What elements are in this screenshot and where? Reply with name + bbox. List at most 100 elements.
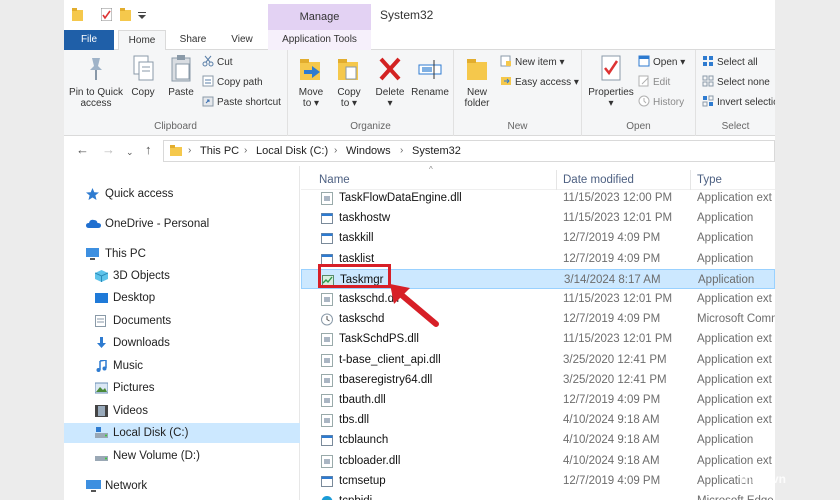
invert-selection-icon — [702, 95, 714, 107]
move-to-button[interactable]: Move to ▾ — [294, 54, 328, 109]
annotation-arrow-icon — [390, 284, 439, 327]
new-folder-button[interactable]: New folder — [458, 54, 496, 109]
column-divider[interactable] — [556, 170, 557, 190]
open-button[interactable]: Open ▾ — [638, 54, 685, 72]
address-bar[interactable]: › This PC › Local Disk (C:) › Windows › … — [163, 140, 775, 162]
file-row[interactable]: TaskFlowDataEngine.dll 11/15/2023 12:00 P… — [301, 188, 775, 208]
nav-item-new-volume-d[interactable]: New Volume (D:) — [64, 446, 300, 466]
folder-icon[interactable] — [72, 8, 83, 21]
new-folder-icon[interactable] — [120, 8, 131, 21]
file-name: tbauth.dll — [339, 394, 386, 406]
paste-button[interactable]: Paste — [164, 54, 198, 98]
file-name: tbaseregistry64.dll — [339, 373, 433, 386]
file-type: Application — [697, 434, 754, 447]
forward-arrow-icon[interactable]: → — [102, 143, 115, 157]
nav-item-pictures[interactable]: Pictures — [64, 378, 300, 398]
file-date: 11/15/2023 12:01 PM — [563, 333, 673, 346]
customize-dropdown-icon[interactable] — [138, 8, 146, 21]
video-icon — [95, 405, 108, 417]
open-icon — [638, 55, 650, 67]
nav-item-quick-access[interactable]: Quick access — [64, 184, 300, 204]
breadcrumb-local-disk[interactable]: Local Disk (C:) — [256, 141, 328, 161]
copy-label: Copy — [131, 87, 155, 98]
edit-label: Edit — [653, 77, 671, 88]
new-item-button[interactable]: New item ▾ — [500, 54, 565, 72]
edge-icon — [321, 496, 333, 500]
tab-application-tools[interactable]: Application Tools — [268, 30, 371, 50]
nav-item-this-pc[interactable]: This PC — [64, 244, 300, 264]
invert-selection-button[interactable]: Invert selection — [702, 94, 775, 112]
column-divider[interactable] — [690, 170, 691, 190]
back-arrow-icon[interactable]: ← — [76, 143, 89, 157]
file-type: Microsoft Comm — [697, 313, 775, 326]
cut-label: Cut — [217, 57, 233, 68]
chevron-down-icon: ▾ — [680, 57, 686, 68]
tab-home[interactable]: Home — [118, 30, 166, 51]
easy-access-button[interactable]: Easy access ▾ — [500, 74, 579, 92]
history-label: History — [653, 97, 685, 108]
folder-icon — [170, 145, 182, 156]
file-row[interactable]: taskschd.dll 11/15/2023 12:01 PM Applicati… — [301, 289, 775, 309]
properties-button[interactable]: Properties ▾ — [586, 54, 636, 109]
file-row[interactable]: tcpbidi Microsoft Edge — [301, 491, 775, 500]
recent-locations-chevron-icon[interactable]: ⌄ — [126, 145, 134, 159]
nav-item-label: This PC — [105, 248, 146, 260]
properties-icon[interactable] — [101, 8, 112, 21]
rename-button[interactable]: Rename — [410, 54, 450, 98]
copy-path-button[interactable]: Copy path — [202, 74, 263, 92]
pin-to-quick-access-button[interactable]: Pin to Quick access — [68, 54, 124, 109]
nav-item-downloads[interactable]: Downloads — [64, 333, 300, 353]
tab-file[interactable]: File — [64, 30, 114, 50]
file-row[interactable]: TaskSchdPS.dll 11/15/2023 12:01 PM Applica… — [301, 329, 775, 349]
open-label: Open — [653, 57, 678, 68]
tab-share[interactable]: Share — [170, 30, 216, 50]
copy-icon — [133, 55, 154, 81]
file-row[interactable]: tbs.dll 4/10/2024 9:18 AM Application ext — [301, 410, 775, 430]
file-row[interactable]: t-base_client_api.dll 3/25/2020 12:41 PM A… — [301, 350, 775, 370]
edit-button[interactable]: Edit — [638, 74, 670, 92]
nav-item-network[interactable]: Network — [64, 476, 300, 496]
clock-icon — [321, 313, 333, 326]
delete-button[interactable]: Delete ▾ — [372, 54, 408, 109]
tab-view[interactable]: View — [220, 30, 264, 50]
file-row[interactable]: tcblaunch 4/10/2024 9:18 AM Application — [301, 430, 775, 450]
nav-item-3d-objects[interactable]: 3D Objects — [64, 266, 300, 286]
select-none-icon — [702, 75, 714, 87]
drive-icon — [95, 456, 108, 461]
nav-item-local-disk-c[interactable]: Local Disk (C:) — [64, 423, 300, 443]
breadcrumb-windows[interactable]: Windows — [346, 141, 391, 161]
file-type: Microsoft Edge — [697, 491, 774, 500]
file-explorer-window: Manage System32 File Home Share View App… — [64, 0, 775, 500]
new-folder-label-line2: folder — [464, 98, 490, 109]
nav-item-music[interactable]: Music — [64, 356, 300, 376]
application-icon — [321, 213, 333, 225]
cut-button[interactable]: Cut — [202, 54, 233, 72]
file-row[interactable]: taskschd 12/7/2019 4:09 PM Microsoft Comm — [301, 309, 775, 329]
breadcrumb-this-pc[interactable]: This PC — [200, 141, 239, 161]
breadcrumb-system32[interactable]: System32 — [412, 141, 461, 161]
file-name: TaskFlowDataEngine.dll — [339, 192, 462, 204]
paste-shortcut-icon — [202, 96, 214, 107]
open-group: Properties ▾ Open ▾ Edit History Open — [582, 50, 696, 136]
file-row[interactable]: taskhostw 11/15/2023 12:01 PM Application — [301, 208, 775, 228]
nav-item-videos[interactable]: Videos — [64, 401, 300, 421]
pin-icon — [90, 58, 102, 80]
file-row[interactable]: tcbloader.dll 4/10/2024 9:18 AM Applicatio… — [301, 451, 775, 471]
copy-to-button[interactable]: Copy to ▾ — [332, 54, 366, 109]
nav-item-onedrive[interactable]: OneDrive - Personal — [64, 214, 300, 234]
history-button[interactable]: History — [638, 94, 684, 112]
file-row[interactable]: tbauth.dll 12/7/2019 4:09 PM Application e… — [301, 390, 775, 410]
select-all-button[interactable]: Select all — [702, 54, 758, 72]
application-icon — [321, 233, 333, 245]
copy-button[interactable]: Copy — [126, 54, 160, 98]
file-row[interactable]: tcmsetup 12/7/2019 4:09 PM Application — [301, 471, 775, 491]
file-row[interactable]: taskkill 12/7/2019 4:09 PM Application — [301, 228, 775, 248]
nav-item-documents[interactable]: Documents — [64, 311, 300, 331]
navigation-bar: ← → ⌄ ↑ › This PC › Local Disk (C:) › Wi… — [64, 137, 775, 165]
nav-item-desktop[interactable]: Desktop — [64, 288, 300, 308]
select-none-button[interactable]: Select none — [702, 74, 770, 92]
new-folder-label-line1: New — [466, 87, 487, 98]
up-arrow-icon[interactable]: ↑ — [145, 143, 152, 157]
file-row[interactable]: tbaseregistry64.dll 3/25/2020 12:41 PM App… — [301, 370, 775, 390]
paste-shortcut-button[interactable]: Paste shortcut — [202, 94, 281, 112]
